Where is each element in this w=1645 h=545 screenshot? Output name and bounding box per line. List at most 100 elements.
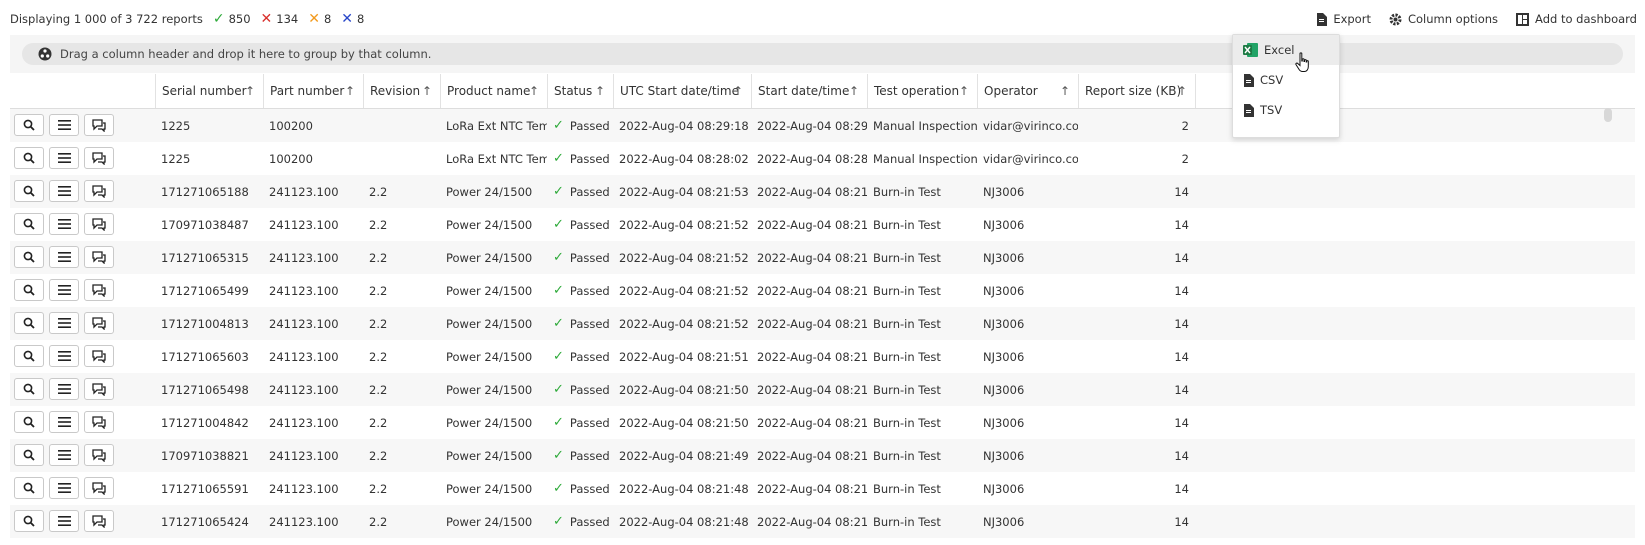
passed-count[interactable]: ✓ 850 <box>213 11 251 27</box>
table-row[interactable]: 171271004842 241123.100 2.2 Power 24/1500 ✓ P… <box>10 406 1635 439</box>
cell-value: Passed <box>569 349 610 364</box>
sort-arrow-icon[interactable]: ↑ <box>245 84 255 98</box>
report-details-button[interactable] <box>49 378 79 400</box>
view-report-button[interactable] <box>14 213 44 235</box>
table-row[interactable]: 171271065424 241123.100 2.2 Power 24/1500 ✓ P… <box>10 505 1635 538</box>
table-row[interactable]: 171271065315 241123.100 2.2 Power 24/1500 ✓ P… <box>10 241 1635 274</box>
check-icon: ✓ <box>553 184 564 199</box>
table-row[interactable]: 171271065499 241123.100 2.2 Power 24/1500 ✓ P… <box>10 274 1635 307</box>
column-header-serial-number[interactable]: Serial number ↑ <box>155 74 263 108</box>
view-report-button[interactable] <box>14 378 44 400</box>
report-comments-button[interactable] <box>84 411 114 433</box>
view-report-button[interactable] <box>14 180 44 202</box>
column-header-report-size[interactable]: Report size (KB) ↑ <box>1078 74 1195 108</box>
table-row[interactable]: 171271065188 241123.100 2.2 Power 24/1500 ✓ P… <box>10 175 1635 208</box>
cell-value: 2.2 <box>369 184 388 199</box>
view-report-button[interactable] <box>14 114 44 136</box>
table-row[interactable]: 1225 100200 LoRa Ext NTC Temp ✓ Passed 2022-A… <box>10 109 1635 142</box>
report-details-button[interactable] <box>49 312 79 334</box>
view-report-button[interactable] <box>14 411 44 433</box>
report-comments-button[interactable] <box>84 279 114 301</box>
report-comments-button[interactable] <box>84 312 114 334</box>
sort-arrow-icon[interactable]: ↑ <box>529 84 539 98</box>
export-button[interactable]: Export <box>1316 12 1371 26</box>
report-details-button[interactable] <box>49 114 79 136</box>
cell-value: 241123.100 <box>269 415 339 430</box>
report-comments-button[interactable] <box>84 510 114 532</box>
report-comments-button[interactable] <box>84 444 114 466</box>
table-row[interactable]: 171271004813 241123.100 2.2 Power 24/1500 ✓ P… <box>10 307 1635 340</box>
column-header-test-operation[interactable]: Test operation ↑ <box>867 74 977 108</box>
sort-arrow-icon[interactable]: ↑ <box>345 84 355 98</box>
report-comments-button[interactable] <box>84 246 114 268</box>
table-row[interactable]: 171271065591 241123.100 2.2 Power 24/1500 ✓ P… <box>10 472 1635 505</box>
column-header-utc-start[interactable]: UTC Start date/time ↑ <box>613 74 751 108</box>
report-details-button[interactable] <box>49 477 79 499</box>
report-details-button[interactable] <box>49 213 79 235</box>
report-details-button[interactable] <box>49 444 79 466</box>
sort-arrow-icon[interactable]: ↑ <box>1060 84 1070 98</box>
view-report-button[interactable] <box>14 444 44 466</box>
report-details-button[interactable] <box>49 246 79 268</box>
view-report-button[interactable] <box>14 246 44 268</box>
view-report-button[interactable] <box>14 510 44 532</box>
report-comments-button[interactable] <box>84 213 114 235</box>
table-row[interactable]: 170971038821 241123.100 2.2 Power 24/1500 ✓ P… <box>10 439 1635 472</box>
vertical-scrollbar[interactable] <box>1602 108 1612 513</box>
cell-value: 2.2 <box>369 283 388 298</box>
report-details-button[interactable] <box>49 279 79 301</box>
column-header-status[interactable]: Status ↑ <box>547 74 613 108</box>
report-details-button[interactable] <box>49 345 79 367</box>
cell-value: Burn-in Test <box>873 283 941 298</box>
view-report-button[interactable] <box>14 345 44 367</box>
group-panel[interactable]: Drag a column header and drop it here to… <box>10 35 1635 73</box>
table-row[interactable]: 171271065603 241123.100 2.2 Power 24/1500 ✓ P… <box>10 340 1635 373</box>
sort-arrow-icon[interactable]: ↑ <box>849 84 859 98</box>
cell-value: Passed <box>569 316 610 331</box>
column-header-start-datetime[interactable]: Start date/time ↑ <box>751 74 867 108</box>
aborted-count[interactable]: ✕ 8 <box>341 11 364 27</box>
cell-value: Passed <box>569 184 610 199</box>
column-options-button[interactable]: Column options <box>1389 12 1498 26</box>
table-row[interactable]: 171271065498 241123.100 2.2 Power 24/1500 ✓ P… <box>10 373 1635 406</box>
report-details-button[interactable] <box>49 510 79 532</box>
table-row[interactable]: 1225 100200 LoRa Ext NTC Temp ✓ Passed 2022-A… <box>10 142 1635 175</box>
report-comments-button[interactable] <box>84 345 114 367</box>
sort-arrow-icon[interactable]: ↑ <box>422 84 432 98</box>
report-details-button[interactable] <box>49 411 79 433</box>
report-comments-button[interactable] <box>84 147 114 169</box>
table-row[interactable]: 170971038487 241123.100 2.2 Power 24/1500 ✓ P… <box>10 208 1635 241</box>
view-report-button[interactable] <box>14 279 44 301</box>
report-comments-button[interactable] <box>84 378 114 400</box>
view-report-button[interactable] <box>14 477 44 499</box>
view-report-button[interactable] <box>14 312 44 334</box>
column-header-operator[interactable]: Operator ↑ <box>977 74 1078 108</box>
report-details-button[interactable] <box>49 147 79 169</box>
report-comments-button[interactable] <box>84 477 114 499</box>
column-header-revision[interactable]: Revision ↑ <box>363 74 440 108</box>
sort-arrow-icon[interactable]: ↑ <box>733 84 743 98</box>
add-to-dashboard-button[interactable]: Add to dashboard <box>1516 12 1637 26</box>
sort-arrow-icon[interactable]: ↑ <box>1177 84 1187 98</box>
cell-value: Power 24/1500 <box>446 283 533 298</box>
group-drop-area[interactable]: Drag a column header and drop it here to… <box>22 43 1623 65</box>
view-report-button[interactable] <box>14 147 44 169</box>
report-comments-button[interactable] <box>84 180 114 202</box>
failed-count[interactable]: ✕ 134 <box>261 11 299 27</box>
column-header-part-number[interactable]: Part number ↑ <box>263 74 363 108</box>
warning-count[interactable]: ✕ 8 <box>308 11 331 27</box>
export-csv-item[interactable]: CSV <box>1233 65 1339 95</box>
export-excel-item[interactable]: Excel <box>1233 35 1339 65</box>
column-header-product-name[interactable]: Product name ↑ <box>440 74 547 108</box>
export-tsv-item[interactable]: TSV <box>1233 95 1339 125</box>
cell-value: 2022-Aug-04 08:21:50 <box>619 415 749 430</box>
sort-arrow-icon[interactable]: ↑ <box>595 84 605 98</box>
sort-arrow-icon[interactable]: ↑ <box>959 84 969 98</box>
scrollbar-thumb[interactable] <box>1604 108 1612 122</box>
cell-value: NJ3006 <box>983 250 1025 265</box>
cell-value: 14 <box>1174 382 1189 397</box>
report-details-button[interactable] <box>49 180 79 202</box>
report-comments-button[interactable] <box>84 114 114 136</box>
comment-icon <box>92 514 106 528</box>
list-icon <box>57 153 71 163</box>
